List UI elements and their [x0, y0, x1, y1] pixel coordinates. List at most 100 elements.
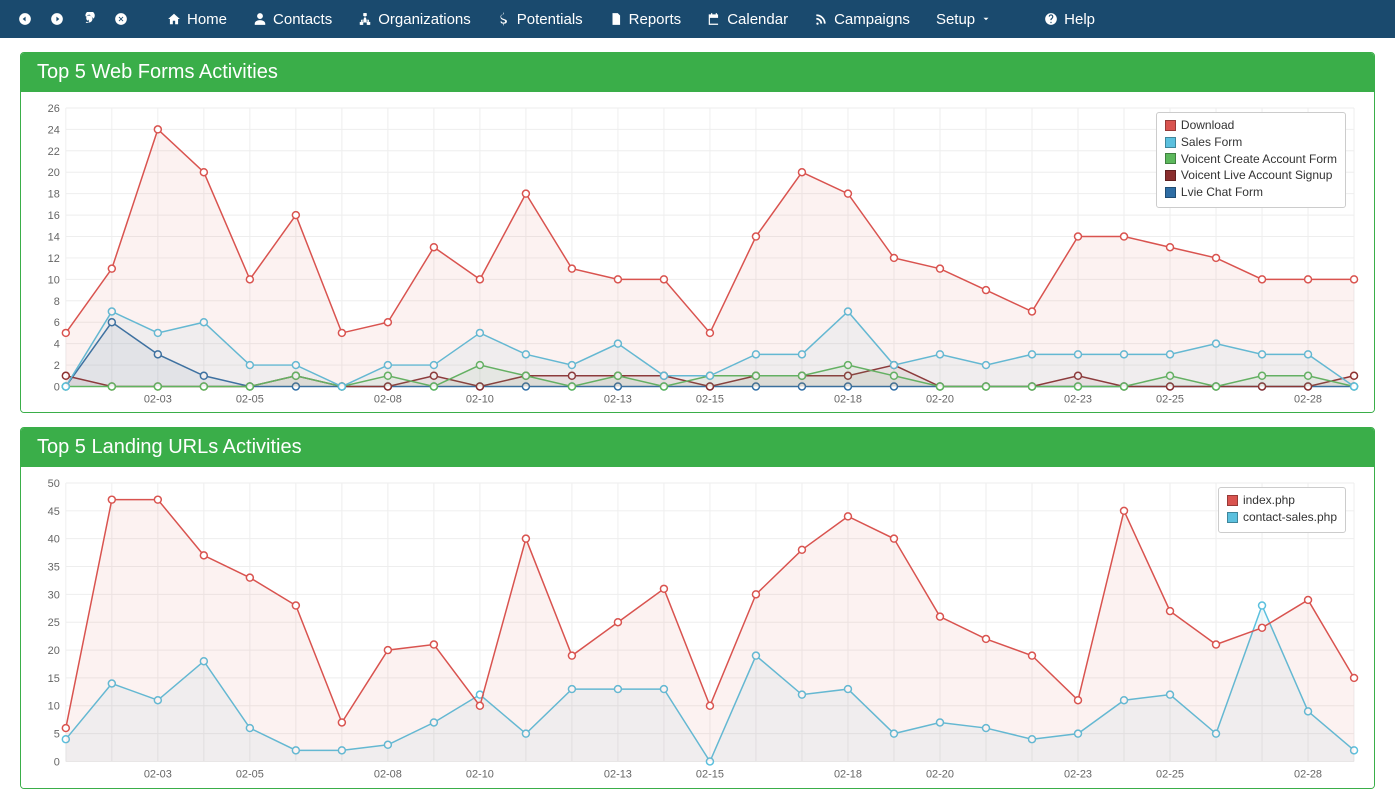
- svg-text:02-23: 02-23: [1064, 393, 1092, 405]
- svg-text:50: 50: [48, 478, 60, 490]
- legend-swatch: [1165, 120, 1176, 131]
- svg-text:02-23: 02-23: [1064, 769, 1092, 781]
- svg-text:2: 2: [54, 360, 60, 372]
- chart-landing-urls: 0510152025303540455002-0302-0502-0802-10…: [31, 475, 1364, 783]
- legend-swatch: [1165, 187, 1176, 198]
- svg-text:15: 15: [48, 673, 60, 685]
- svg-text:02-05: 02-05: [236, 769, 264, 781]
- nav-potentials-label: Potentials: [517, 11, 583, 28]
- sitemap-icon: [358, 12, 372, 26]
- refresh-icon: [82, 12, 96, 26]
- legend-web-forms: Download Sales Form Voicent Create Accou…: [1156, 112, 1346, 208]
- file-text-icon: [609, 12, 623, 26]
- svg-text:02-20: 02-20: [926, 393, 954, 405]
- svg-text:02-13: 02-13: [604, 769, 632, 781]
- panel-web-forms: Top 5 Web Forms Activities 0246810121416…: [20, 52, 1375, 413]
- nav-contacts[interactable]: Contacts: [241, 3, 344, 36]
- legend-label: contact-sales.php: [1243, 509, 1337, 526]
- svg-text:30: 30: [48, 590, 60, 602]
- calendar-icon: [707, 12, 721, 26]
- nav-campaigns[interactable]: Campaigns: [802, 3, 922, 36]
- nav-organizations-label: Organizations: [378, 11, 471, 28]
- question-icon: [1044, 12, 1058, 26]
- svg-text:02-08: 02-08: [374, 393, 402, 405]
- svg-text:18: 18: [48, 189, 60, 201]
- svg-text:02-15: 02-15: [696, 393, 724, 405]
- arrow-left-icon: [18, 12, 32, 26]
- svg-text:02-28: 02-28: [1294, 769, 1322, 781]
- legend-item-voicent-live[interactable]: Voicent Live Account Signup: [1165, 167, 1337, 184]
- nav-stop-button[interactable]: [106, 4, 136, 34]
- svg-text:02-28: 02-28: [1294, 393, 1322, 405]
- nav-back-button[interactable]: [10, 4, 40, 34]
- user-icon: [253, 12, 267, 26]
- nav-setup[interactable]: Setup: [924, 3, 1003, 36]
- nav-help[interactable]: Help: [1032, 3, 1107, 36]
- svg-text:26: 26: [48, 103, 60, 115]
- panel-landing-urls-title: Top 5 Landing URLs Activities: [21, 428, 1374, 467]
- nav-potentials[interactable]: Potentials: [485, 3, 595, 36]
- svg-text:22: 22: [48, 146, 60, 158]
- svg-text:35: 35: [48, 562, 60, 574]
- legend-label: Lvie Chat Form: [1181, 184, 1263, 201]
- chart-web-forms: 0246810121416182022242602-0302-0502-0802…: [31, 100, 1364, 408]
- panel-web-forms-body: 0246810121416182022242602-0302-0502-0802…: [21, 92, 1374, 412]
- svg-text:12: 12: [48, 253, 60, 265]
- svg-text:5: 5: [54, 729, 60, 741]
- svg-text:24: 24: [48, 124, 60, 136]
- svg-text:02-18: 02-18: [834, 393, 862, 405]
- legend-swatch: [1165, 137, 1176, 148]
- home-icon: [167, 12, 181, 26]
- svg-text:16: 16: [48, 210, 60, 222]
- svg-text:02-08: 02-08: [374, 769, 402, 781]
- svg-text:10: 10: [48, 274, 60, 286]
- legend-item-voicent-create[interactable]: Voicent Create Account Form: [1165, 151, 1337, 168]
- legend-item-lvie-chat[interactable]: Lvie Chat Form: [1165, 184, 1337, 201]
- legend-item-download[interactable]: Download: [1165, 117, 1337, 134]
- svg-text:20: 20: [48, 645, 60, 657]
- nav-home[interactable]: Home: [155, 3, 239, 36]
- legend-item-index[interactable]: index.php: [1227, 492, 1337, 509]
- legend-swatch: [1227, 512, 1238, 523]
- legend-item-sales-form[interactable]: Sales Form: [1165, 134, 1337, 151]
- legend-label: Sales Form: [1181, 134, 1242, 151]
- svg-text:10: 10: [48, 701, 60, 713]
- nav-contacts-label: Contacts: [273, 11, 332, 28]
- svg-text:4: 4: [54, 339, 60, 351]
- nav-refresh-button[interactable]: [74, 4, 104, 34]
- nav-organizations[interactable]: Organizations: [346, 3, 483, 36]
- svg-text:02-18: 02-18: [834, 769, 862, 781]
- legend-item-contact-sales[interactable]: contact-sales.php: [1227, 509, 1337, 526]
- svg-text:02-10: 02-10: [466, 393, 494, 405]
- svg-text:02-25: 02-25: [1156, 393, 1184, 405]
- nav-calendar-label: Calendar: [727, 11, 788, 28]
- svg-text:02-15: 02-15: [696, 769, 724, 781]
- close-circle-icon: [114, 12, 128, 26]
- legend-swatch: [1227, 495, 1238, 506]
- rss-icon: [814, 12, 828, 26]
- top-navbar: Home Contacts Organizations Potentials R…: [0, 0, 1395, 38]
- nav-campaigns-label: Campaigns: [834, 11, 910, 28]
- svg-text:45: 45: [48, 506, 60, 518]
- legend-label: Voicent Create Account Form: [1181, 151, 1337, 168]
- svg-text:6: 6: [54, 317, 60, 329]
- svg-text:02-10: 02-10: [466, 769, 494, 781]
- legend-landing-urls: index.php contact-sales.php: [1218, 487, 1346, 533]
- legend-label: index.php: [1243, 492, 1295, 509]
- svg-text:02-05: 02-05: [236, 393, 264, 405]
- nav-reports[interactable]: Reports: [597, 3, 694, 36]
- legend-label: Voicent Live Account Signup: [1181, 167, 1332, 184]
- legend-label: Download: [1181, 117, 1234, 134]
- svg-text:25: 25: [48, 618, 60, 630]
- svg-text:02-20: 02-20: [926, 769, 954, 781]
- legend-swatch: [1165, 153, 1176, 164]
- nav-setup-label: Setup: [936, 11, 975, 28]
- panel-landing-urls: Top 5 Landing URLs Activities 0 5 10 15 20 25…: [20, 427, 1375, 788]
- nav-forward-button[interactable]: [42, 4, 72, 34]
- nav-help-label: Help: [1064, 11, 1095, 28]
- nav-home-label: Home: [187, 11, 227, 28]
- svg-text:14: 14: [48, 231, 60, 243]
- svg-text:0: 0: [54, 757, 60, 769]
- panel-landing-urls-body: 0510152025303540455002-0302-0502-0802-10…: [21, 467, 1374, 787]
- nav-calendar[interactable]: Calendar: [695, 3, 800, 36]
